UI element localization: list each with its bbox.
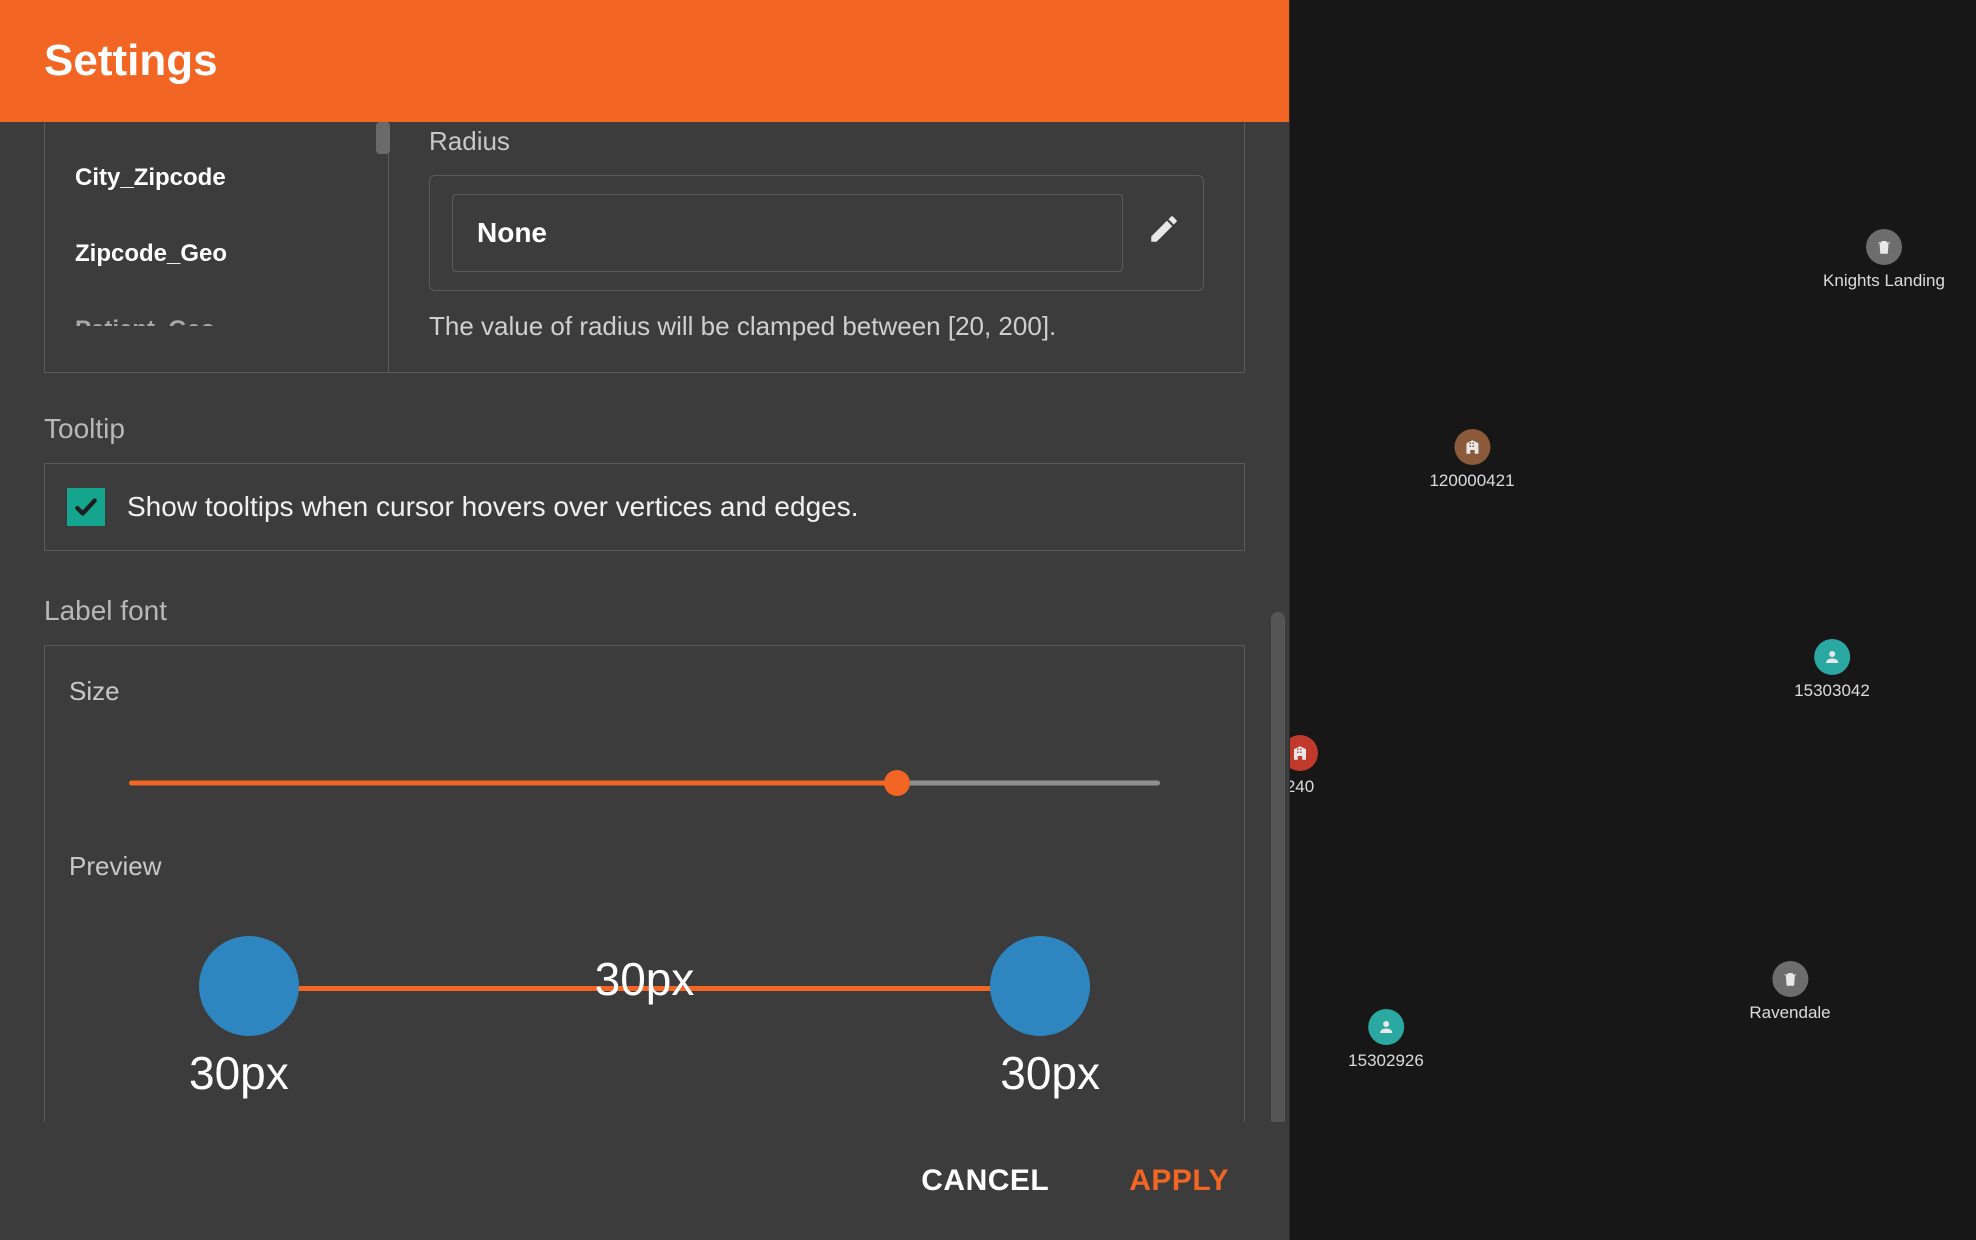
graph-node-knights-landing[interactable]: Knights Landing xyxy=(1823,229,1945,291)
slider-fill xyxy=(129,781,897,786)
modal-title: Settings xyxy=(44,36,218,86)
preview-label: Preview xyxy=(69,851,1220,882)
tooltip-text: Show tooltips when cursor hovers over ve… xyxy=(127,491,859,523)
modal-body[interactable]: City_Zipcode Zipcode_Geo Patient_Geo Rad… xyxy=(0,122,1289,1122)
field-list-scrollbar[interactable] xyxy=(376,122,390,154)
modal-footer: CANCEL APPLY xyxy=(0,1122,1289,1240)
list-item-patient-geo[interactable]: Patient_Geo xyxy=(45,292,388,326)
upper-panel: City_Zipcode Zipcode_Geo Patient_Geo Rad… xyxy=(44,122,1245,373)
apply-button[interactable]: APPLY xyxy=(1129,1164,1229,1198)
radius-label: Radius xyxy=(429,126,1204,157)
modal-body-scrollbar[interactable] xyxy=(1271,612,1285,1122)
radius-panel: Radius None The value of radius will be … xyxy=(389,122,1244,372)
building-icon xyxy=(1454,429,1490,465)
preview-node-left xyxy=(199,936,299,1036)
list-item-city-zipcode[interactable]: City_Zipcode xyxy=(45,140,388,216)
field-list[interactable]: City_Zipcode Zipcode_Geo Patient_Geo xyxy=(45,122,389,372)
labelfont-box: Size Preview 30px 30px 30px xyxy=(44,645,1245,1122)
preview-area: 30px 30px 30px xyxy=(79,920,1210,1120)
graph-node-ravendale[interactable]: Ravendale xyxy=(1749,961,1830,1023)
tooltip-section-title: Tooltip xyxy=(44,413,1245,445)
graph-node-label: 240 xyxy=(1286,777,1314,797)
graph-node-label: 15303042 xyxy=(1794,681,1870,701)
labelfont-section-title: Label font xyxy=(44,595,1245,627)
graph-node-15302926[interactable]: 15302926 xyxy=(1348,1009,1424,1071)
radius-value[interactable]: None xyxy=(452,194,1123,272)
modal-header: Settings xyxy=(0,0,1289,122)
preview-edge-size: 30px xyxy=(595,952,695,1006)
person-icon xyxy=(1814,639,1850,675)
radius-hint: The value of radius will be clamped betw… xyxy=(429,311,1204,342)
settings-modal: Settings City_Zipcode Zipcode_Geo Patien… xyxy=(0,0,1290,1240)
preview-node-right xyxy=(990,936,1090,1036)
font-size-slider[interactable] xyxy=(129,763,1160,803)
graph-node-label: Knights Landing xyxy=(1823,271,1945,291)
graph-node-15303042[interactable]: 15303042 xyxy=(1794,639,1870,701)
graph-node-label: Ravendale xyxy=(1749,1003,1830,1023)
slider-thumb[interactable] xyxy=(884,770,910,796)
trash-icon xyxy=(1772,961,1808,997)
cancel-button[interactable]: CANCEL xyxy=(921,1164,1049,1198)
preview-left-size: 30px xyxy=(189,1046,289,1100)
trash-icon xyxy=(1866,229,1902,265)
graph-node-label: 15302926 xyxy=(1348,1051,1424,1071)
edit-icon[interactable] xyxy=(1147,212,1181,254)
preview-right-size: 30px xyxy=(1000,1046,1100,1100)
graph-node-120000421[interactable]: 120000421 xyxy=(1429,429,1514,491)
list-item-zipcode-geo[interactable]: Zipcode_Geo xyxy=(45,216,388,292)
tooltip-checkbox[interactable] xyxy=(67,488,105,526)
person-icon xyxy=(1368,1009,1404,1045)
size-label: Size xyxy=(69,676,1220,707)
graph-node-label: 120000421 xyxy=(1429,471,1514,491)
tooltip-box: Show tooltips when cursor hovers over ve… xyxy=(44,463,1245,551)
